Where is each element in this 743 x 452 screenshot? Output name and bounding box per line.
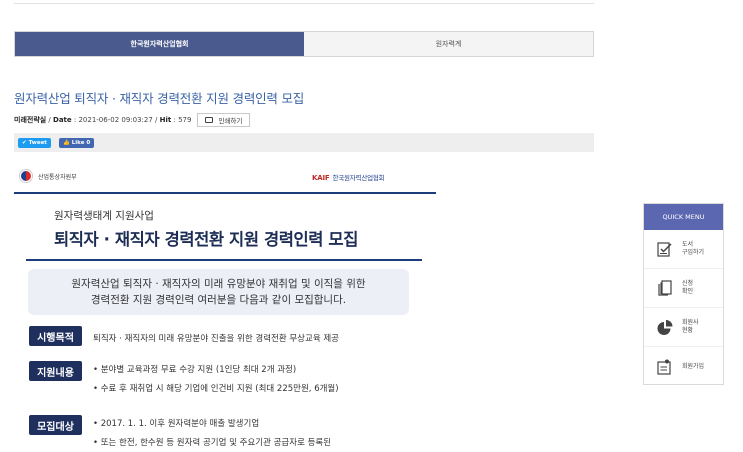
print-label: 인쇄하기 <box>218 117 243 125</box>
hit-label: Hit <box>159 116 172 124</box>
social-bar: ✔ Tweet 👍 Like 0 <box>14 133 594 152</box>
quick-item-member-register[interactable]: 회원가입 <box>644 347 723 386</box>
support-text-1: • 분야별 교육과정 무료 수강 지원 (1인당 최대 2개 과정) <box>93 365 297 375</box>
target-text-1: • 2017. 1. 1. 이후 원자력분야 매출 발생기업 <box>93 419 260 429</box>
tweet-button[interactable]: ✔ Tweet <box>18 137 51 148</box>
quick-item-book-purchase[interactable]: 도서 구입하기 <box>644 230 723 269</box>
document-stack-icon <box>658 280 672 296</box>
hit-value: 579 <box>178 116 192 124</box>
taegeuk-icon <box>20 170 32 182</box>
date-label: Date <box>53 116 72 124</box>
recruitment-poster: 산업통상자원부 KAIF 한국원자력산업협회 원자력생태계 지원사업 퇴직자 · … <box>14 160 436 452</box>
quick-item-application-check[interactable]: 신청 확인 <box>644 269 723 308</box>
badge-target: 모집대상 <box>29 415 82 435</box>
print-button[interactable]: 인쇄하기 <box>197 113 251 127</box>
kaif-logo: KAIF 한국원자력산업협회 <box>312 174 385 182</box>
thumbs-up-icon: 👍 <box>62 139 70 146</box>
badge-purpose: 시행목적 <box>29 326 82 346</box>
facebook-like-button[interactable]: 👍 Like 0 <box>58 137 95 148</box>
printer-icon <box>205 117 214 123</box>
author: 미래전략실 <box>14 116 47 124</box>
poster-intro: 원자력산업 퇴직자 · 재직자의 미래 유망분야 재취업 및 이직을 위한 경력… <box>28 269 409 315</box>
poster-divider-top <box>14 192 436 194</box>
pie-chart-icon <box>657 320 673 335</box>
support-text-2: • 수료 후 재취업 시 해당 기업에 인건비 지원 (최대 225만원, 6개… <box>93 384 339 394</box>
poster-headline: 퇴직자 · 재직자 경력전환 지원 경력인력 모집 <box>54 230 358 249</box>
quick-menu-title: QUICK MENU <box>644 204 723 230</box>
top-divider <box>14 3 594 4</box>
article-title: 원자력산업 퇴직자 · 재직자 경력전환 지원 경력인력 모집 <box>14 91 305 106</box>
ministry-logo: 산업통상자원부 <box>20 170 77 182</box>
quick-menu: QUICK MENU 도서 구입하기 신청 확인 회원사 현황 회원가입 <box>643 203 724 385</box>
target-text-2: • 또는 한전, 한수원 등 원자력 공기업 및 주요기관 공급자로 등록된 <box>93 438 332 448</box>
article-meta: 미래전략실 / Date : 2021-06-02 09:03:27 / Hit… <box>14 113 251 127</box>
tab-nuclear-community[interactable]: 원자력계 <box>304 32 593 56</box>
category-tabs: 한국원자력산업협회 원자력계 <box>14 31 594 57</box>
tab-kaif[interactable]: 한국원자력산업협회 <box>15 32 304 56</box>
poster-subtitle: 원자력생태계 지원사업 <box>54 210 154 222</box>
book-check-icon <box>657 242 672 257</box>
twitter-bird-icon: ✔ <box>22 139 27 146</box>
date-value: 2021-06-02 09:03:27 <box>78 116 153 124</box>
badge-support: 지원내용 <box>29 361 82 381</box>
poster-divider-bottom <box>26 259 422 261</box>
quick-item-member-status[interactable]: 회원사 현황 <box>644 308 723 347</box>
member-register-icon <box>657 359 671 375</box>
purpose-text: 퇴직자 · 재직자의 미래 유망분야 진출을 위한 경력전환 무상교육 제공 <box>93 334 339 344</box>
